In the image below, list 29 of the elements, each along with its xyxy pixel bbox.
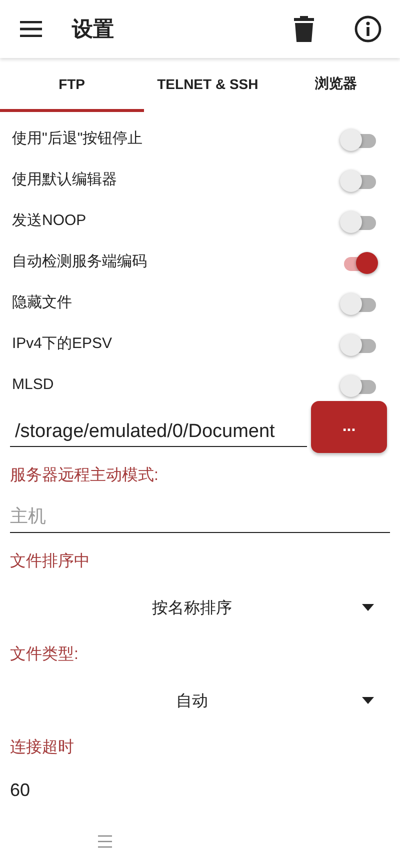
path-field[interactable]: /storage/emulated/0/Document xyxy=(10,413,307,447)
toggle-switch[interactable] xyxy=(340,170,376,190)
setting-label: 发送NOOP xyxy=(12,211,88,230)
toggle-switch[interactable] xyxy=(340,128,376,148)
setting-label: 自动检测服务端编码 xyxy=(12,252,148,271)
type-dropdown[interactable]: 自动 xyxy=(10,677,374,725)
info-icon[interactable] xyxy=(354,15,382,43)
toggle-switch[interactable] xyxy=(340,334,376,354)
timeout-value[interactable]: 60 xyxy=(10,780,30,801)
toggle-switch[interactable] xyxy=(340,292,376,312)
section-label: 文件排序中 xyxy=(10,552,90,572)
browse-button[interactable]: ... xyxy=(311,401,387,453)
setting-label: MLSD xyxy=(12,376,55,393)
trash-icon[interactable] xyxy=(294,16,314,42)
setting-label: 使用"后退"按钮停止 xyxy=(12,129,144,148)
toggle-switch[interactable] xyxy=(340,374,376,394)
page-title: 设置 xyxy=(72,17,115,43)
section-label: 文件类型: xyxy=(10,644,78,665)
toggle-switch[interactable] xyxy=(340,210,376,230)
section-label: 连接超时 xyxy=(10,738,74,758)
caret-icon xyxy=(362,697,374,704)
setting-label: IPv4下的EPSV xyxy=(12,334,114,353)
setting-label: 隐藏文件 xyxy=(12,293,73,312)
recent-apps-icon[interactable] xyxy=(98,834,112,848)
menu-icon[interactable] xyxy=(20,21,42,37)
setting-label: 使用默认编辑器 xyxy=(12,170,118,189)
caret-icon xyxy=(362,604,374,611)
section-label: 服务器远程主动模式: xyxy=(10,466,158,486)
sort-dropdown[interactable]: 按名称排序 xyxy=(10,584,374,632)
